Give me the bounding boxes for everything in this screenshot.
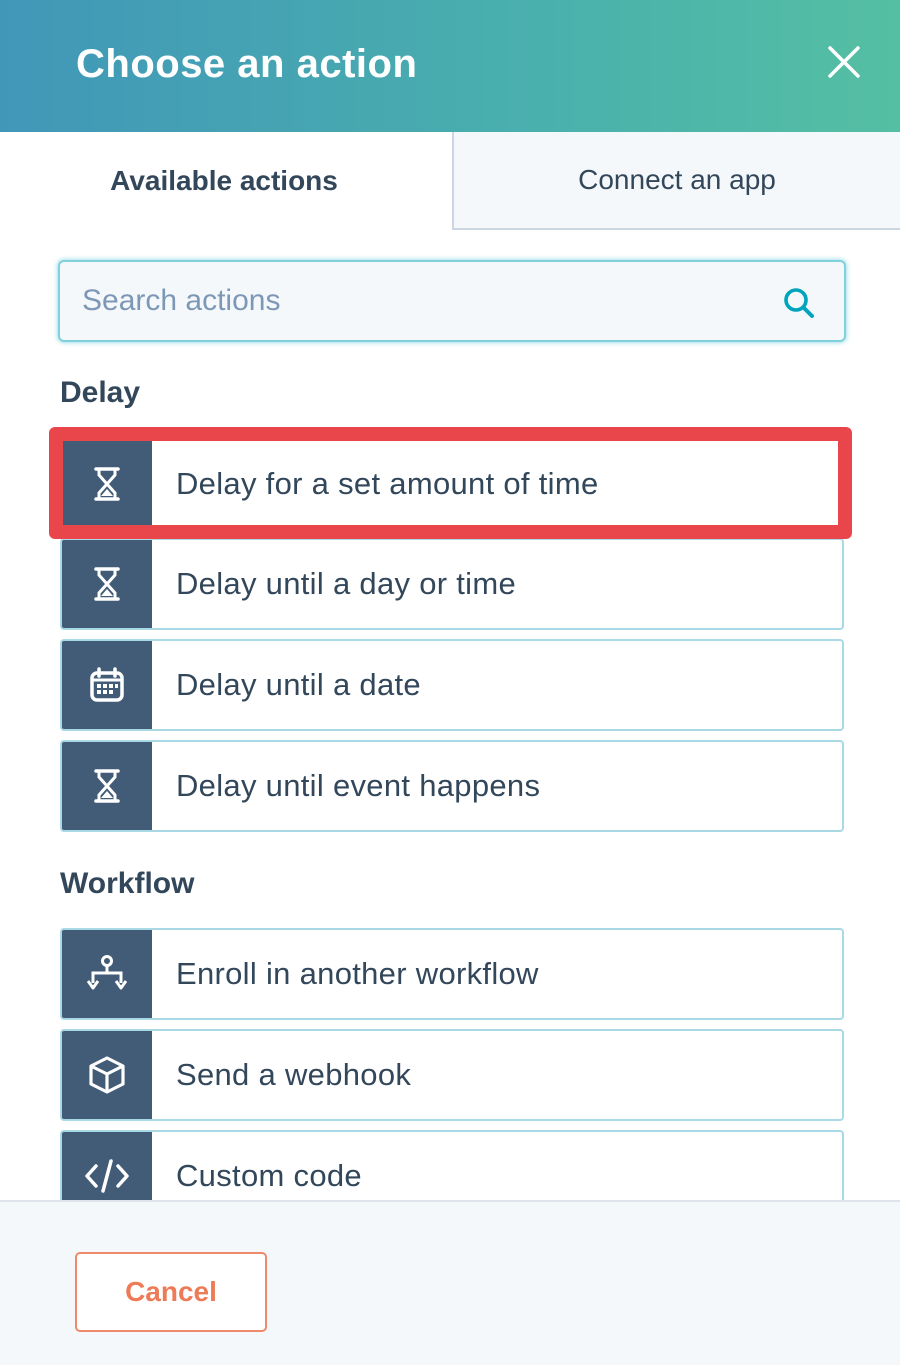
modal-footer: Cancel [0,1200,900,1365]
action-label: Delay until a day or time [176,566,517,601]
tab-bar: Available actions Connect an app [0,132,900,230]
search-input[interactable] [82,262,762,340]
cancel-button[interactable]: Cancel [75,1252,267,1332]
hourglass-icon [94,567,120,601]
code-icon [85,1159,129,1193]
section-title-workflow: Workflow [60,867,195,900]
search-icon[interactable] [782,286,816,320]
tab-connect-an-app[interactable]: Connect an app [452,132,900,230]
modal-title: Choose an action [76,42,418,86]
action-label: Enroll in another workflow [176,956,539,991]
action-label: Delay for a set amount of time [176,466,599,501]
calendar-icon [90,667,124,702]
action-delay-until-event[interactable]: Delay until event happens [60,740,844,832]
action-send-webhook[interactable]: Send a webhook [60,1029,844,1121]
search-box [58,260,846,342]
action-delay-set-amount[interactable]: Delay for a set amount of time [60,438,844,530]
action-icon-panel [62,440,152,528]
close-icon[interactable] [822,40,866,84]
action-enroll-workflow[interactable]: Enroll in another workflow [60,928,844,1020]
action-delay-until-date[interactable]: Delay until a date [60,639,844,731]
modal-header: Choose an action [0,0,900,132]
tab-available-actions[interactable]: Available actions [0,132,452,230]
action-label: Send a webhook [176,1057,412,1092]
action-icon-panel [62,1031,152,1119]
action-label: Delay until a date [176,667,421,702]
action-icon-panel [62,742,152,830]
action-icon-panel [62,540,152,628]
section-title-delay: Delay [60,376,141,409]
hourglass-icon [94,769,120,803]
hourglass-icon [94,467,120,501]
cube-icon [89,1056,125,1094]
workflow-icon [87,955,127,990]
action-icon-panel [62,641,152,729]
action-label: Delay until event happens [176,768,541,803]
action-icon-panel [62,930,152,1018]
action-delay-day-or-time[interactable]: Delay until a day or time [60,538,844,630]
